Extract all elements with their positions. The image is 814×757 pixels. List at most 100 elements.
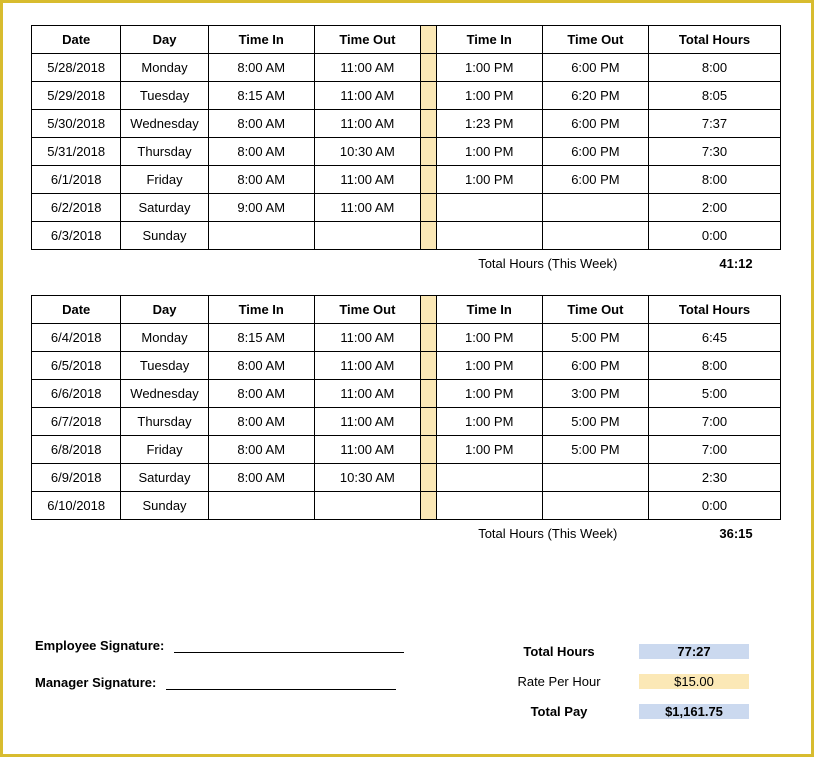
cell-time-out-1: 11:00 AM <box>314 324 420 352</box>
cell-date: 5/29/2018 <box>32 82 121 110</box>
cell-time-in-2: 1:00 PM <box>436 138 542 166</box>
summary-pay-value: $1,161.75 <box>639 704 749 719</box>
cell-time-in-1: 9:00 AM <box>208 194 314 222</box>
gap-cell <box>420 222 436 250</box>
week2-total-label: Total Hours (This Week) <box>478 526 617 541</box>
timesheet-frame: Date Day Time In Time Out Time In Time O… <box>0 0 814 757</box>
table-row: 6/1/2018Friday8:00 AM11:00 AM1:00 PM6:00… <box>32 166 781 194</box>
cell-time-in-1 <box>208 222 314 250</box>
cell-day: Sunday <box>121 492 208 520</box>
cell-time-in-2: 1:00 PM <box>436 82 542 110</box>
cell-date: 6/2/2018 <box>32 194 121 222</box>
gap-cell <box>420 26 436 54</box>
cell-total: 6:45 <box>649 324 781 352</box>
cell-time-out-1 <box>314 222 420 250</box>
cell-day: Wednesday <box>121 110 208 138</box>
table-row: 5/28/2018Monday8:00 AM11:00 AM1:00 PM6:0… <box>32 54 781 82</box>
header-time-out: Time Out <box>314 26 420 54</box>
cell-total: 8:00 <box>649 54 781 82</box>
cell-day: Thursday <box>121 408 208 436</box>
cell-time-in-2: 1:00 PM <box>436 408 542 436</box>
cell-time-out-1: 11:00 AM <box>314 380 420 408</box>
cell-time-in-2 <box>436 222 542 250</box>
cell-time-in-2: 1:00 PM <box>436 352 542 380</box>
cell-total: 2:00 <box>649 194 781 222</box>
cell-time-out-2: 6:00 PM <box>542 54 648 82</box>
table-row: 6/5/2018Tuesday8:00 AM11:00 AM1:00 PM6:0… <box>32 352 781 380</box>
cell-total: 5:00 <box>649 380 781 408</box>
gap-cell <box>420 436 436 464</box>
cell-time-out-2 <box>542 492 648 520</box>
employee-signature-line[interactable] <box>174 652 404 653</box>
table-row: 5/29/2018Tuesday8:15 AM11:00 AM1:00 PM6:… <box>32 82 781 110</box>
cell-total: 7:00 <box>649 408 781 436</box>
cell-time-in-1: 8:00 AM <box>208 138 314 166</box>
cell-time-in-2: 1:00 PM <box>436 54 542 82</box>
cell-day: Sunday <box>121 222 208 250</box>
gap-cell <box>420 194 436 222</box>
cell-time-in-2 <box>436 492 542 520</box>
cell-date: 6/6/2018 <box>32 380 121 408</box>
cell-date: 5/30/2018 <box>32 110 121 138</box>
manager-signature-line[interactable] <box>166 689 396 690</box>
cell-time-out-1 <box>314 492 420 520</box>
cell-total: 7:30 <box>649 138 781 166</box>
cell-day: Wednesday <box>121 380 208 408</box>
header-time-in-2: Time In <box>436 296 542 324</box>
cell-date: 6/9/2018 <box>32 464 121 492</box>
cell-time-out-2: 5:00 PM <box>542 324 648 352</box>
cell-time-out-2: 6:00 PM <box>542 110 648 138</box>
cell-time-out-1: 11:00 AM <box>314 194 420 222</box>
gap-cell <box>420 352 436 380</box>
cell-day: Monday <box>121 324 208 352</box>
table-row: 6/2/2018Saturday9:00 AM11:00 AM2:00 <box>32 194 781 222</box>
cell-day: Monday <box>121 54 208 82</box>
cell-total: 7:00 <box>649 436 781 464</box>
cell-time-in-1 <box>208 492 314 520</box>
cell-time-in-2 <box>436 464 542 492</box>
week2-total-row: Total Hours (This Week) 36:15 <box>31 526 781 541</box>
cell-time-out-1: 11:00 AM <box>314 408 420 436</box>
cell-date: 6/4/2018 <box>32 324 121 352</box>
cell-date: 6/10/2018 <box>32 492 121 520</box>
table-row: 6/8/2018Friday8:00 AM11:00 AM1:00 PM5:00… <box>32 436 781 464</box>
cell-date: 6/7/2018 <box>32 408 121 436</box>
cell-date: 6/1/2018 <box>32 166 121 194</box>
cell-total: 8:05 <box>649 82 781 110</box>
cell-time-in-1: 8:00 AM <box>208 464 314 492</box>
cell-time-in-2: 1:00 PM <box>436 380 542 408</box>
summary-rate-label: Rate Per Hour <box>479 674 639 689</box>
table-row: 6/3/2018Sunday0:00 <box>32 222 781 250</box>
cell-time-in-2: 1:00 PM <box>436 166 542 194</box>
cell-day: Tuesday <box>121 82 208 110</box>
gap-cell <box>420 324 436 352</box>
cell-day: Friday <box>121 436 208 464</box>
cell-time-out-2: 3:00 PM <box>542 380 648 408</box>
table-row: 6/6/2018Wednesday8:00 AM11:00 AM1:00 PM3… <box>32 380 781 408</box>
cell-date: 6/3/2018 <box>32 222 121 250</box>
cell-time-in-2: 1:23 PM <box>436 110 542 138</box>
cell-total: 0:00 <box>649 492 781 520</box>
header-day: Day <box>121 296 208 324</box>
signature-block: Employee Signature: Manager Signature: <box>35 638 455 712</box>
cell-time-in-1: 8:15 AM <box>208 324 314 352</box>
cell-day: Friday <box>121 166 208 194</box>
cell-time-out-1: 11:00 AM <box>314 54 420 82</box>
cell-date: 5/31/2018 <box>32 138 121 166</box>
cell-day: Thursday <box>121 138 208 166</box>
cell-day: Tuesday <box>121 352 208 380</box>
cell-time-out-2: 6:00 PM <box>542 166 648 194</box>
gap-cell <box>420 380 436 408</box>
employee-signature-label: Employee Signature: <box>35 638 164 653</box>
table-row: 5/31/2018Thursday8:00 AM10:30 AM1:00 PM6… <box>32 138 781 166</box>
employee-signature-row: Employee Signature: <box>35 638 455 653</box>
header-date: Date <box>32 296 121 324</box>
table-header-row: Date Day Time In Time Out Time In Time O… <box>32 296 781 324</box>
table-row: 6/4/2018Monday8:15 AM11:00 AM1:00 PM5:00… <box>32 324 781 352</box>
cell-time-in-2 <box>436 194 542 222</box>
cell-time-out-1: 10:30 AM <box>314 464 420 492</box>
table-row: 5/30/2018Wednesday8:00 AM11:00 AM1:23 PM… <box>32 110 781 138</box>
table-row: 6/7/2018Thursday8:00 AM11:00 AM1:00 PM5:… <box>32 408 781 436</box>
week1-total-row: Total Hours (This Week) 41:12 <box>31 256 781 271</box>
summary-rate-value: $15.00 <box>639 674 749 689</box>
